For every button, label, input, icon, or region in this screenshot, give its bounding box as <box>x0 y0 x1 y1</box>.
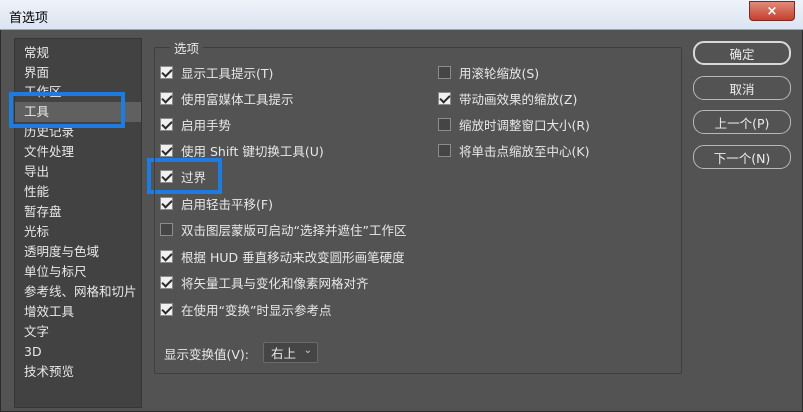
window-title: 首选项 <box>9 11 49 26</box>
option-label: 带动画效果的缩放(Z) <box>459 91 578 107</box>
option-label: 用滚轮缩放(S) <box>459 65 540 81</box>
option-label: 将矢量工具与变化和像素网格对齐 <box>181 275 369 291</box>
checkbox-shift-switch-tools[interactable] <box>160 143 173 157</box>
sidebar-item-scratch-disks[interactable]: 暂存盘 <box>15 202 141 222</box>
option-label: 启用手势 <box>181 117 232 133</box>
option-label: 使用富媒体工具提示 <box>181 91 294 107</box>
checkbox-double-click-mask[interactable] <box>160 222 173 236</box>
title-bar: 首选项 × <box>0 0 803 30</box>
checkbox-hud-brush-hardness[interactable] <box>160 249 173 263</box>
option-label: 根据 HUD 垂直移动来改变圆形画笔硬度 <box>181 249 405 265</box>
previous-button[interactable]: 上一个(P) <box>693 110 791 134</box>
option-snap-vector-tools[interactable]: 将矢量工具与变化和像素网格对齐 <box>160 273 369 291</box>
sidebar-item-guides-grid-slices[interactable]: 参考线、网格和切片 <box>15 282 141 302</box>
cancel-button[interactable]: 取消 <box>693 76 791 100</box>
show-transform-values-label: 显示变换值(V): <box>164 347 250 362</box>
option-enable-gestures[interactable]: 启用手势 <box>160 115 231 133</box>
sidebar-item-performance[interactable]: 性能 <box>15 182 141 202</box>
checkbox-overscroll[interactable] <box>160 169 173 183</box>
checkbox-show-reference-point[interactable] <box>160 302 173 316</box>
checkbox-show-tooltips[interactable] <box>160 65 173 79</box>
sidebar-item-3d[interactable]: 3D <box>15 342 141 362</box>
checkbox-zoom-with-scroll-wheel[interactable] <box>438 65 451 79</box>
close-icon: × <box>766 3 778 19</box>
option-label: 缩放时调整窗口大小(R) <box>459 117 590 133</box>
option-label: 在使用“变换”时显示参考点 <box>181 302 332 318</box>
sidebar-item-cursors[interactable]: 光标 <box>15 222 141 242</box>
option-zoom-with-scroll-wheel[interactable]: 用滚轮缩放(S) <box>438 63 539 81</box>
select-value: 右上 <box>271 346 297 361</box>
checkbox-zoom-clicked-point-to-center[interactable] <box>438 143 451 157</box>
checkbox-animated-zoom[interactable] <box>438 91 451 105</box>
checkbox-flick-panning[interactable] <box>160 196 173 210</box>
checkbox-snap-vector-tools[interactable] <box>160 275 173 289</box>
ok-button[interactable]: 确定 <box>693 41 791 65</box>
option-hud-brush-hardness[interactable]: 根据 HUD 垂直移动来改变圆形画笔硬度 <box>160 247 405 265</box>
sidebar-item-transparency-gamut[interactable]: 透明度与色域 <box>15 242 141 262</box>
option-zoom-resizes-windows[interactable]: 缩放时调整窗口大小(R) <box>438 115 590 133</box>
sidebar-item-interface[interactable]: 界面 <box>15 63 141 83</box>
next-button[interactable]: 下一个(N) <box>693 145 791 169</box>
checkbox-zoom-resizes-windows[interactable] <box>438 117 451 131</box>
option-double-click-mask-select-and-mask[interactable]: 双击图层蒙版可启动“选择并遮住”工作区 <box>160 220 406 238</box>
option-label: 启用轻击平移(F) <box>181 196 273 212</box>
option-show-reference-point[interactable]: 在使用“变换”时显示参考点 <box>160 300 331 318</box>
option-label: 双击图层蒙版可启动“选择并遮住”工作区 <box>181 222 407 238</box>
show-transform-values-select[interactable]: 右上 ⌄ <box>263 342 318 363</box>
option-rich-tooltips[interactable]: 使用富媒体工具提示 <box>160 89 294 107</box>
option-shift-switch-tools[interactable]: 使用 Shift 键切换工具(U) <box>160 141 324 159</box>
option-zoom-clicked-point-to-center[interactable]: 将单击点缩放至中心(K) <box>438 141 589 159</box>
sidebar-item-units-rulers[interactable]: 单位与标尺 <box>15 262 141 282</box>
tools-highlight-box <box>9 92 125 128</box>
sidebar-item-general[interactable]: 常规 <box>15 43 141 63</box>
sidebar-item-export[interactable]: 导出 <box>15 162 141 182</box>
options-group-title: 选项 <box>170 38 204 57</box>
checkbox-enable-gestures[interactable] <box>160 117 173 131</box>
sidebar-item-technology-previews[interactable]: 技术预览 <box>15 362 141 382</box>
sidebar-item-type[interactable]: 文字 <box>15 322 141 342</box>
option-label: 使用 Shift 键切换工具(U) <box>181 143 324 159</box>
close-button[interactable]: × <box>749 1 795 21</box>
sidebar-item-file-handling[interactable]: 文件处理 <box>15 142 141 162</box>
option-show-tooltips[interactable]: 显示工具提示(T) <box>160 63 273 81</box>
sidebar-item-plugins[interactable]: 增效工具 <box>15 302 141 322</box>
option-label: 将单击点缩放至中心(K) <box>459 143 590 159</box>
option-overscroll[interactable]: 过界 <box>160 167 206 185</box>
option-animated-zoom[interactable]: 带动画效果的缩放(Z) <box>438 89 577 107</box>
option-label: 显示工具提示(T) <box>181 65 274 81</box>
checkbox-rich-tooltips[interactable] <box>160 91 173 105</box>
option-label: 过界 <box>181 169 207 185</box>
option-flick-panning[interactable]: 启用轻击平移(F) <box>160 194 273 212</box>
chevron-down-icon: ⌄ <box>303 345 312 356</box>
